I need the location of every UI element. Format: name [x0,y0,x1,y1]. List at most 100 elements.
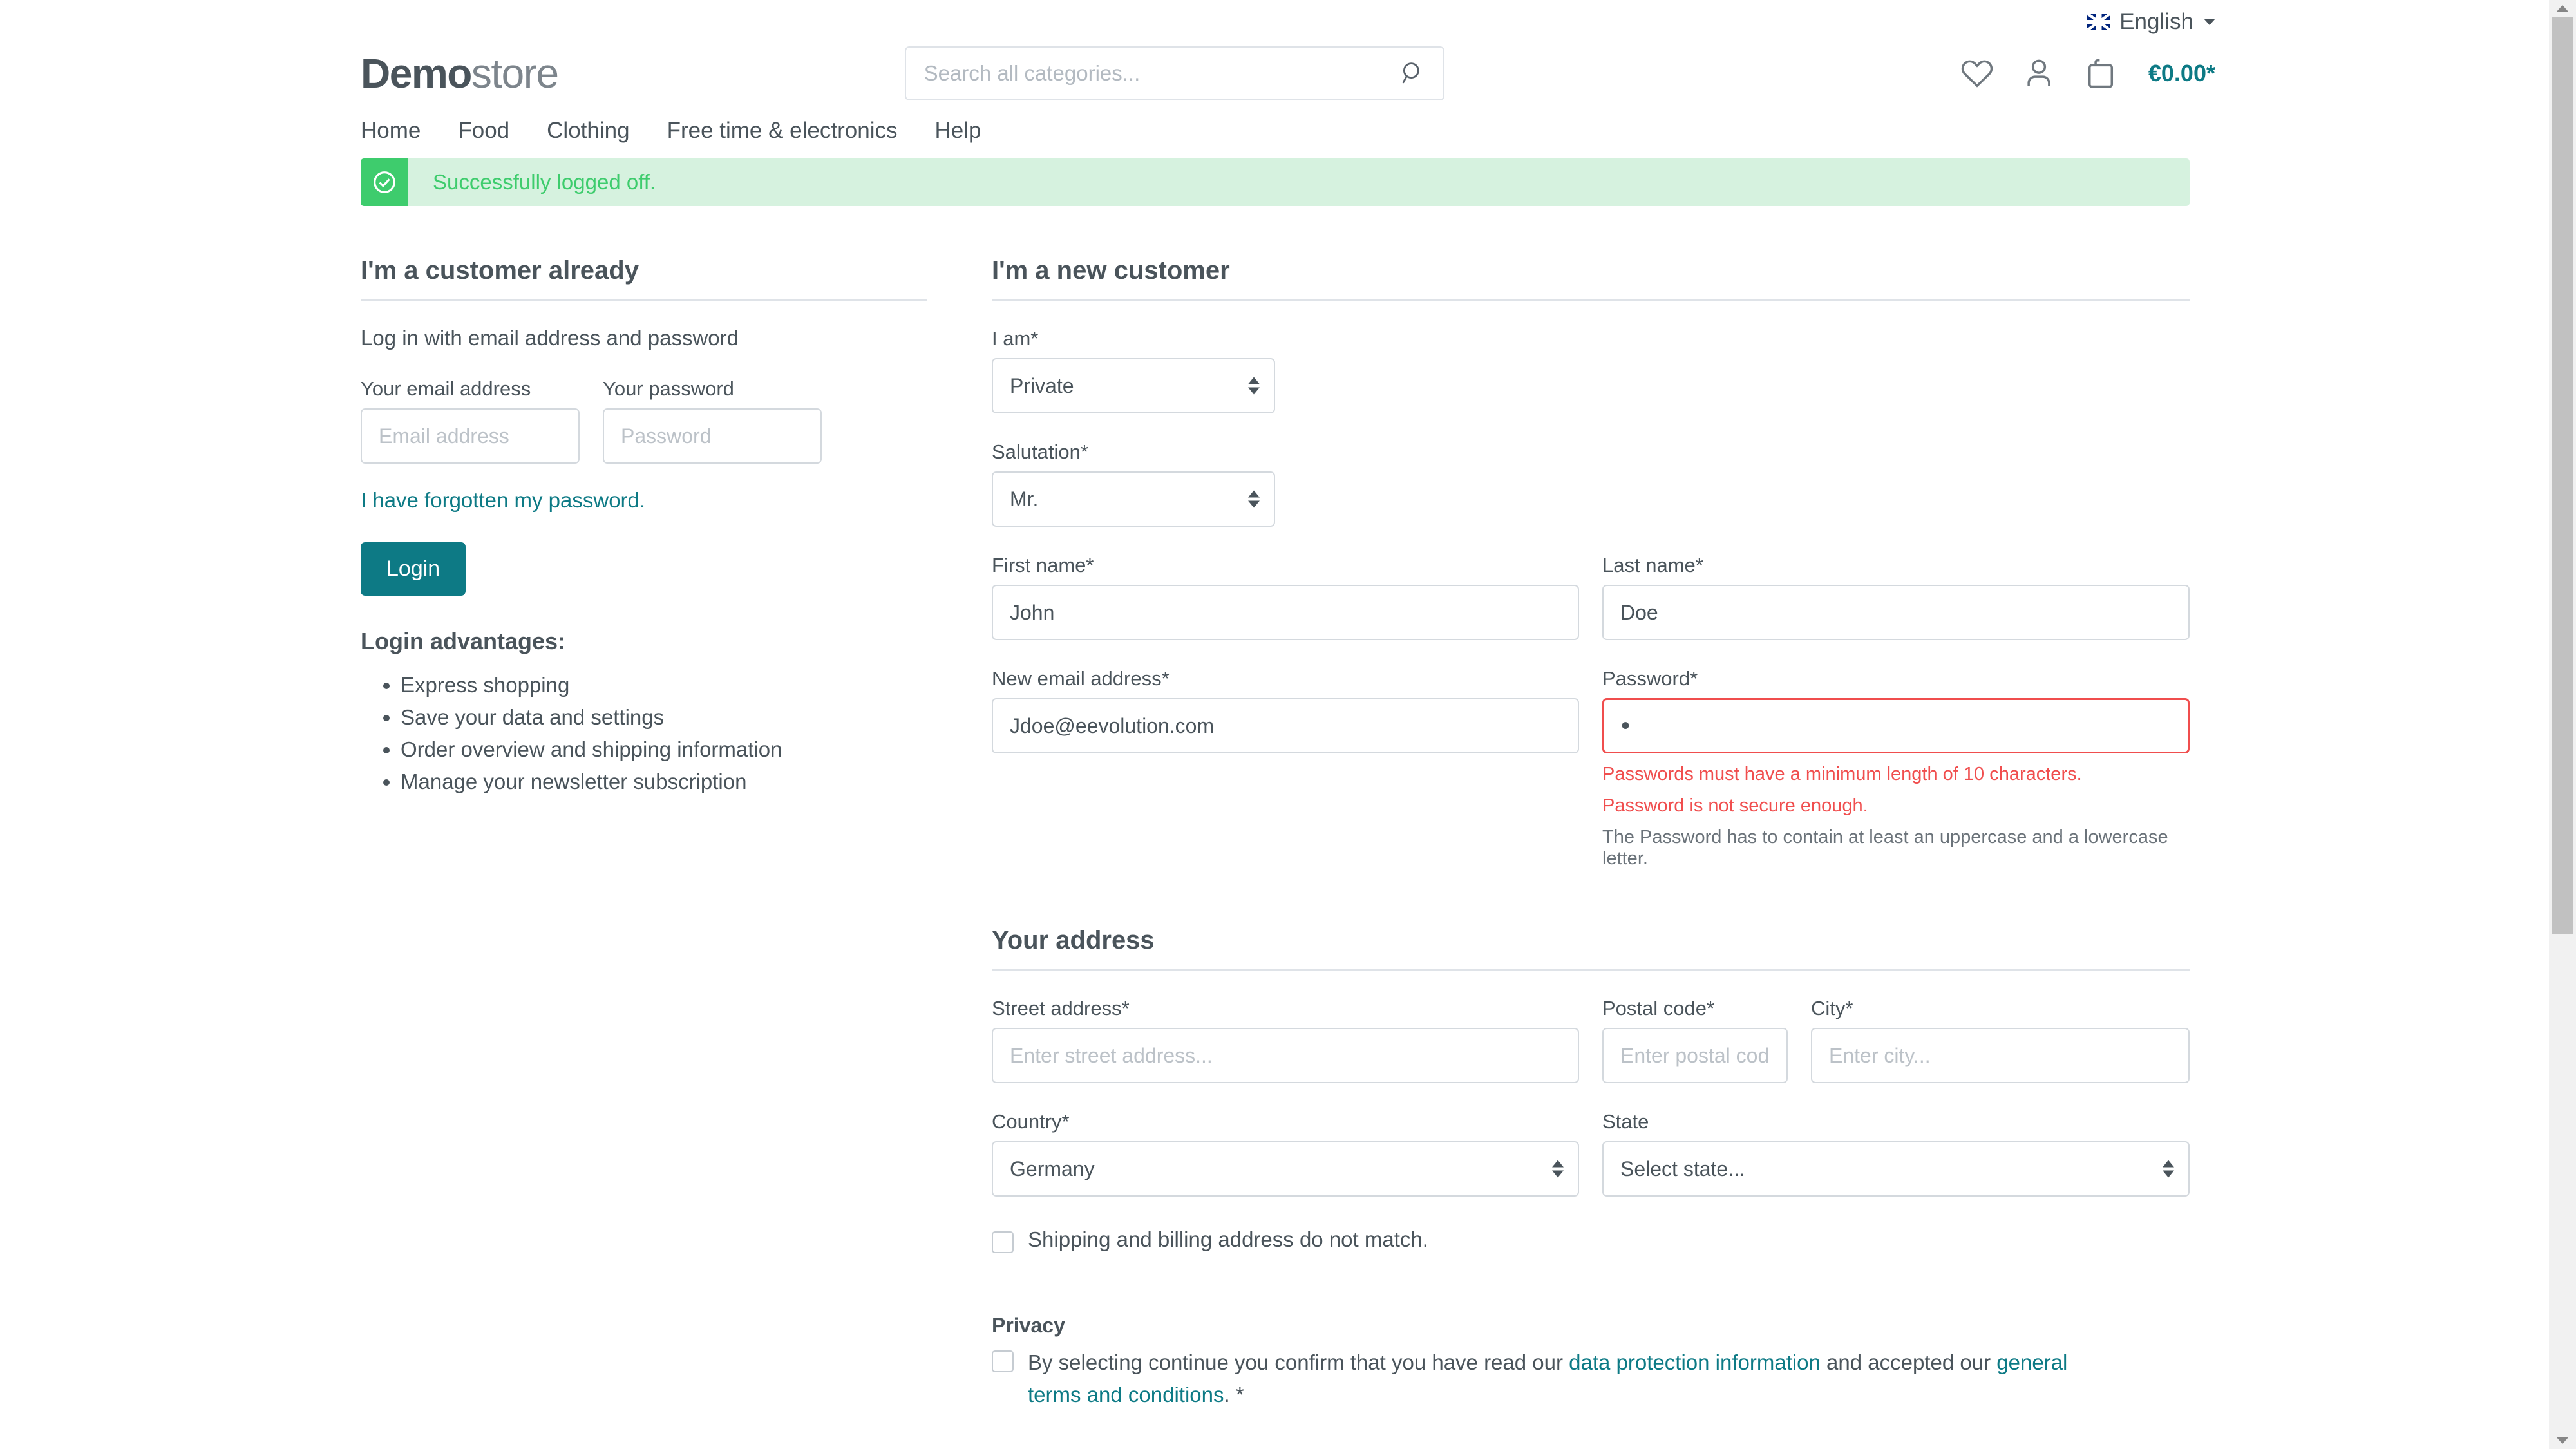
address-section-title: Your address [992,926,1155,954]
scrollbar-thumb[interactable] [2552,17,2573,934]
register-email-input[interactable] [992,698,1579,753]
register-email-label: New email address* [992,667,1170,690]
different-shipping-row[interactable]: Shipping and billing address do not matc… [992,1227,2190,1253]
state-label: State [1602,1110,1649,1133]
top-utility-bar: English [0,0,2576,44]
list-item: Express shopping [401,669,927,701]
login-email-label: Your email address [361,377,531,400]
shopping-bag-icon[interactable] [2083,55,2119,91]
scroll-up-arrow-icon[interactable] [2549,0,2576,17]
privacy-text-after: . * [1224,1382,1244,1406]
password-error-length: Passwords must have a minimum length of … [1602,764,2082,784]
search-icon[interactable] [1399,60,1426,87]
password-hint: The Password has to contain at least an … [1602,827,2168,869]
password-error-strength: Password is not secure enough. [1602,795,1868,816]
street-label: Street address* [992,997,1130,1019]
city-input[interactable] [1811,1028,2190,1083]
alert-message: Successfully logged off. [433,170,656,194]
register-password-group: Password* • Passwords must have a minimu… [1602,667,2190,869]
forgot-password-link[interactable]: I have forgotten my password. [361,488,645,512]
nav-item-help[interactable]: Help [934,118,981,144]
page-scrollbar[interactable] [2549,0,2576,1449]
search-bar [904,46,1444,100]
privacy-title: Privacy [992,1314,1065,1337]
register-email-group: New email address* [992,667,1579,869]
salutation-group: Salutation* Mr. [992,440,1275,527]
city-label: City* [1811,997,1853,1019]
privacy-consent-checkbox[interactable] [992,1350,1014,1372]
country-select-value: Germany [992,1141,1579,1197]
street-input[interactable] [992,1028,1579,1083]
alert-row: Successfully logged off. [0,158,2576,206]
password-masked-value: • [1621,712,1633,740]
data-protection-link[interactable]: data protection information [1569,1350,1821,1374]
login-advantages-title: Login advantages: [361,628,566,654]
last-name-input[interactable] [1602,585,2190,640]
list-item: Save your data and settings [401,701,927,734]
nav-item-free-time-electronics[interactable]: Free time & electronics [667,118,898,144]
postal-code-input[interactable] [1602,1028,1788,1083]
cart-total[interactable]: €0.00* [2148,60,2215,87]
main-navigation: Home Food Clothing Free time & electroni… [0,103,2576,158]
search-input[interactable] [904,46,1444,100]
heart-icon[interactable] [1959,55,1995,91]
postal-code-label: Postal code* [1602,997,1715,1019]
first-name-group: First name* [992,554,1579,640]
language-switcher[interactable]: English [2087,9,2215,35]
salutation-select-value: Mr. [992,471,1275,527]
nav-item-home[interactable]: Home [361,118,421,144]
first-name-input[interactable] [992,585,1579,640]
credentials-row: New email address* Password* • Passwords… [992,667,2190,869]
salutation-select[interactable]: Mr. [992,471,1275,527]
uk-flag-icon [2087,14,2111,30]
login-panel-title: I'm a customer already [361,256,639,285]
account-type-select[interactable]: Private [992,358,1275,413]
header-actions: €0.00* [1959,55,2576,91]
account-type-group: I am* Private [992,327,1275,413]
country-group: Country* Germany [992,1110,1579,1197]
check-circle-icon [361,158,408,206]
postal-code-group: Postal code* [1602,997,1788,1083]
different-shipping-checkbox[interactable] [992,1231,1014,1253]
login-email-input[interactable] [361,408,580,464]
register-password-input[interactable]: • [1602,698,2190,753]
login-panel-description: Log in with email address and password [361,326,739,350]
logo-bold-part: Demo [361,50,472,97]
user-icon[interactable] [2021,55,2057,91]
page-viewport: English Demostore Search all categories.… [0,0,2576,1449]
main-content: I'm a customer already Log in with email… [0,206,2576,1449]
login-button[interactable]: Login [361,542,466,596]
login-password-group: Your password [603,377,822,464]
login-panel: I'm a customer already Log in with email… [361,256,927,799]
login-advantages-list: Express shopping Save your data and sett… [401,669,927,799]
privacy-consent-row: By selecting continue you confirm that y… [992,1347,2106,1410]
state-group: State Select state... [1602,1110,2190,1197]
address-row: Street address* Postal code* City* [992,997,2190,1083]
register-panel-title: I'm a new customer [992,256,1230,285]
privacy-text-before: By selecting continue you confirm that y… [1028,1350,1569,1374]
last-name-group: Last name* [1602,554,2190,640]
chevron-down-icon [2204,19,2215,25]
country-label: Country* [992,1110,1070,1133]
country-select[interactable]: Germany [992,1141,1579,1197]
account-type-select-value: Private [992,358,1275,413]
login-password-input[interactable] [603,408,822,464]
site-header: Demostore €0.00* [0,44,2576,103]
site-logo[interactable]: Demostore [361,50,559,97]
nav-item-food[interactable]: Food [458,118,509,144]
scroll-down-arrow-icon[interactable] [2549,1432,2576,1449]
nav-item-clothing[interactable]: Clothing [547,118,629,144]
register-panel: I'm a new customer I am* Private Salutat… [992,256,2190,1449]
different-shipping-label: Shipping and billing address do not matc… [1028,1227,1428,1251]
list-item: Manage your newsletter subscription [401,766,927,798]
street-group: Street address* [992,997,1579,1083]
required-fields-note: Fields marked with asterisks (*) are req… [992,1446,2190,1449]
login-email-group: Your email address [361,377,580,464]
language-label: English [2119,9,2193,34]
city-group: City* [1811,997,2190,1083]
state-select[interactable]: Select state... [1602,1141,2190,1197]
list-item: Order overview and shipping information [401,734,927,766]
first-name-label: First name* [992,554,1094,576]
status-alert-success: Successfully logged off. [361,158,2190,206]
logo-light-part: store [471,50,559,97]
